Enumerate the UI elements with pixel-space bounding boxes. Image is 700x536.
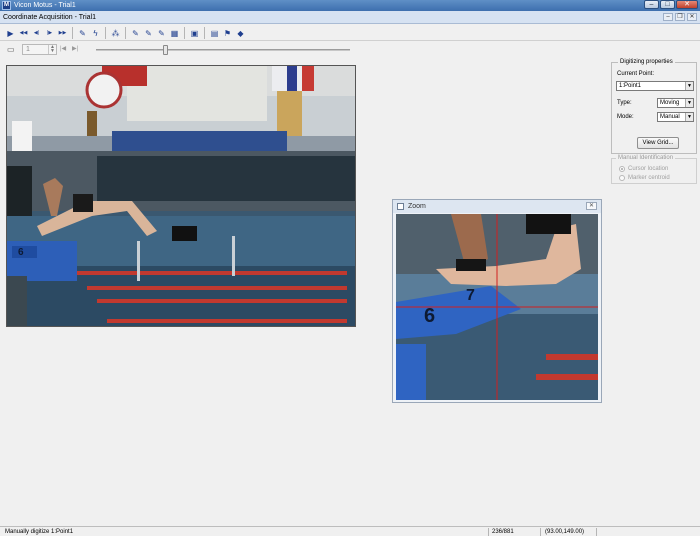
digitize-icon[interactable]: ✎ <box>143 28 154 39</box>
film-icon[interactable]: ▦ <box>169 28 180 39</box>
window-controls: – □ ✕ <box>644 0 698 9</box>
svg-text:6: 6 <box>424 305 435 327</box>
status-divider <box>540 528 541 536</box>
marker-centroid-radio[interactable]: Marker centroid <box>619 174 670 182</box>
zoom-close-button[interactable]: ✕ <box>586 202 597 210</box>
flag-icon[interactable]: ⚑ <box>222 28 233 39</box>
step-forward-icon[interactable]: |▶ <box>44 28 55 39</box>
toolbar-separator <box>105 27 106 39</box>
camera-icon[interactable]: ▭ <box>7 45 18 54</box>
status-coordinates: (93.00,149.00) <box>545 529 585 535</box>
status-divider <box>596 528 597 536</box>
view-grid-button[interactable]: View Grid... <box>637 137 679 149</box>
frame-number-stepper[interactable]: 1 ▲ ▼ <box>22 44 57 55</box>
rewind-icon[interactable]: ◀◀ <box>18 28 29 39</box>
stepper-arrows-icon[interactable]: ▲ ▼ <box>48 45 56 54</box>
doc-restore-button[interactable]: ❐ <box>675 13 685 21</box>
zoom-view[interactable]: 6 7 <box>396 214 598 400</box>
auto-track-icon[interactable]: ϟ <box>90 28 101 39</box>
maximize-button[interactable]: □ <box>660 0 675 9</box>
eraser-icon[interactable]: ◆ <box>235 28 246 39</box>
minimize-button[interactable]: – <box>644 0 659 9</box>
chevron-down-icon[interactable]: ▼ <box>685 113 693 121</box>
fast-forward-icon[interactable]: ▶▶ <box>57 28 68 39</box>
toolbar-separator <box>204 27 205 39</box>
type-value: Moving <box>660 100 680 106</box>
current-point-select[interactable]: 1:Point1 ▼ <box>616 81 694 91</box>
zoom-window: Zoom ✕ 6 7 <box>392 199 602 403</box>
zoom-scene-image: 6 7 <box>396 214 598 400</box>
cursor-location-label: Cursor location <box>628 166 669 172</box>
last-frame-icon[interactable]: ▶| <box>72 45 78 52</box>
main-toolbar: ▶ ◀◀ ◀| |▶ ▶▶ ✎ ϟ ⁂ ✎ ✎ ✎ ▦ ▣ ▤ ⚑ ◆ <box>0 24 700 41</box>
mode-value: Manual <box>660 114 680 120</box>
svg-text:7: 7 <box>466 287 475 304</box>
status-message: Manually digitize 1:Point1 <box>5 529 74 535</box>
step-back-icon[interactable]: ◀| <box>31 28 42 39</box>
document-title: Coordinate Acquisition - Trial1 <box>3 14 96 21</box>
smooth-icon[interactable]: ⁂ <box>110 28 121 39</box>
close-button[interactable]: ✕ <box>676 0 698 9</box>
toolbar-buttons: ▶ ◀◀ ◀| |▶ ▶▶ ✎ ϟ ⁂ ✎ ✎ ✎ ▦ ▣ ▤ ⚑ ◆ <box>5 27 246 39</box>
toolbar-separator <box>72 27 73 39</box>
camera-video-view[interactable]: 6 <box>6 65 356 327</box>
current-point-value: 1:Point1 <box>619 83 642 89</box>
zoom-titlebar: Zoom ✕ <box>393 200 601 213</box>
manual-identification-group: Manual Identification Cursor location Ma… <box>611 154 697 184</box>
doc-close-button[interactable]: ✕ <box>687 13 697 21</box>
app-title: Vicon Motus - Trial1 <box>14 2 76 9</box>
frame-toolbar: ▭ 1 ▲ ▼ |◀ ▶| <box>0 41 700 58</box>
zoom-window-icon <box>397 203 404 210</box>
document-controls: – ❐ ✕ <box>663 13 697 21</box>
frame-number-value: 1 <box>26 46 30 53</box>
mode-label: Mode: <box>617 114 634 120</box>
app-logo-icon: M <box>2 1 11 10</box>
type-select[interactable]: Moving ▼ <box>657 98 694 108</box>
type-label: Type: <box>617 100 632 106</box>
cursor-location-radio[interactable]: Cursor location <box>619 165 668 173</box>
app-titlebar: M Vicon Motus - Trial1 – □ ✕ <box>0 0 700 11</box>
toolbar-separator <box>184 27 185 39</box>
document-titlebar: Coordinate Acquisition - Trial1 – ❐ ✕ <box>0 11 700 24</box>
manual-identification-title: Manual Identification <box>616 154 676 163</box>
pencil-icon[interactable]: ✎ <box>130 28 141 39</box>
digitizing-properties-group: Digitizing properties Current Point: 1:P… <box>611 58 697 154</box>
digitizing-properties-title: Digitizing properties <box>618 58 675 67</box>
digitize-all-icon[interactable]: ✎ <box>156 28 167 39</box>
chevron-down-icon[interactable]: ▼ <box>685 99 693 107</box>
radio-unselected-icon <box>619 175 625 181</box>
first-frame-icon[interactable]: |◀ <box>60 45 66 52</box>
status-divider <box>488 528 489 536</box>
svg-text:6: 6 <box>18 247 24 258</box>
zoom-title: Zoom <box>408 203 426 210</box>
camera-icon[interactable]: ▣ <box>189 28 200 39</box>
status-bar: Manually digitize 1:Point1 236/881 (93.0… <box>0 526 700 536</box>
mode-select[interactable]: Manual ▼ <box>657 112 694 122</box>
current-point-label: Current Point: <box>617 71 655 77</box>
radio-selected-icon <box>619 166 625 172</box>
doc-minimize-button[interactable]: – <box>663 13 673 21</box>
play-icon[interactable]: ▶ <box>5 28 16 39</box>
pool-scene-image: 6 <box>7 66 355 326</box>
toolbar-separator <box>125 27 126 39</box>
properties-icon[interactable]: ▤ <box>209 28 220 39</box>
marker-centroid-label: Marker centroid <box>628 175 670 181</box>
marker-icon[interactable]: ✎ <box>77 28 88 39</box>
chevron-down-icon[interactable]: ▼ <box>685 82 693 90</box>
status-frame: 236/881 <box>492 529 514 535</box>
frame-slider-track[interactable] <box>96 49 350 51</box>
frame-slider-thumb[interactable] <box>162 45 168 55</box>
